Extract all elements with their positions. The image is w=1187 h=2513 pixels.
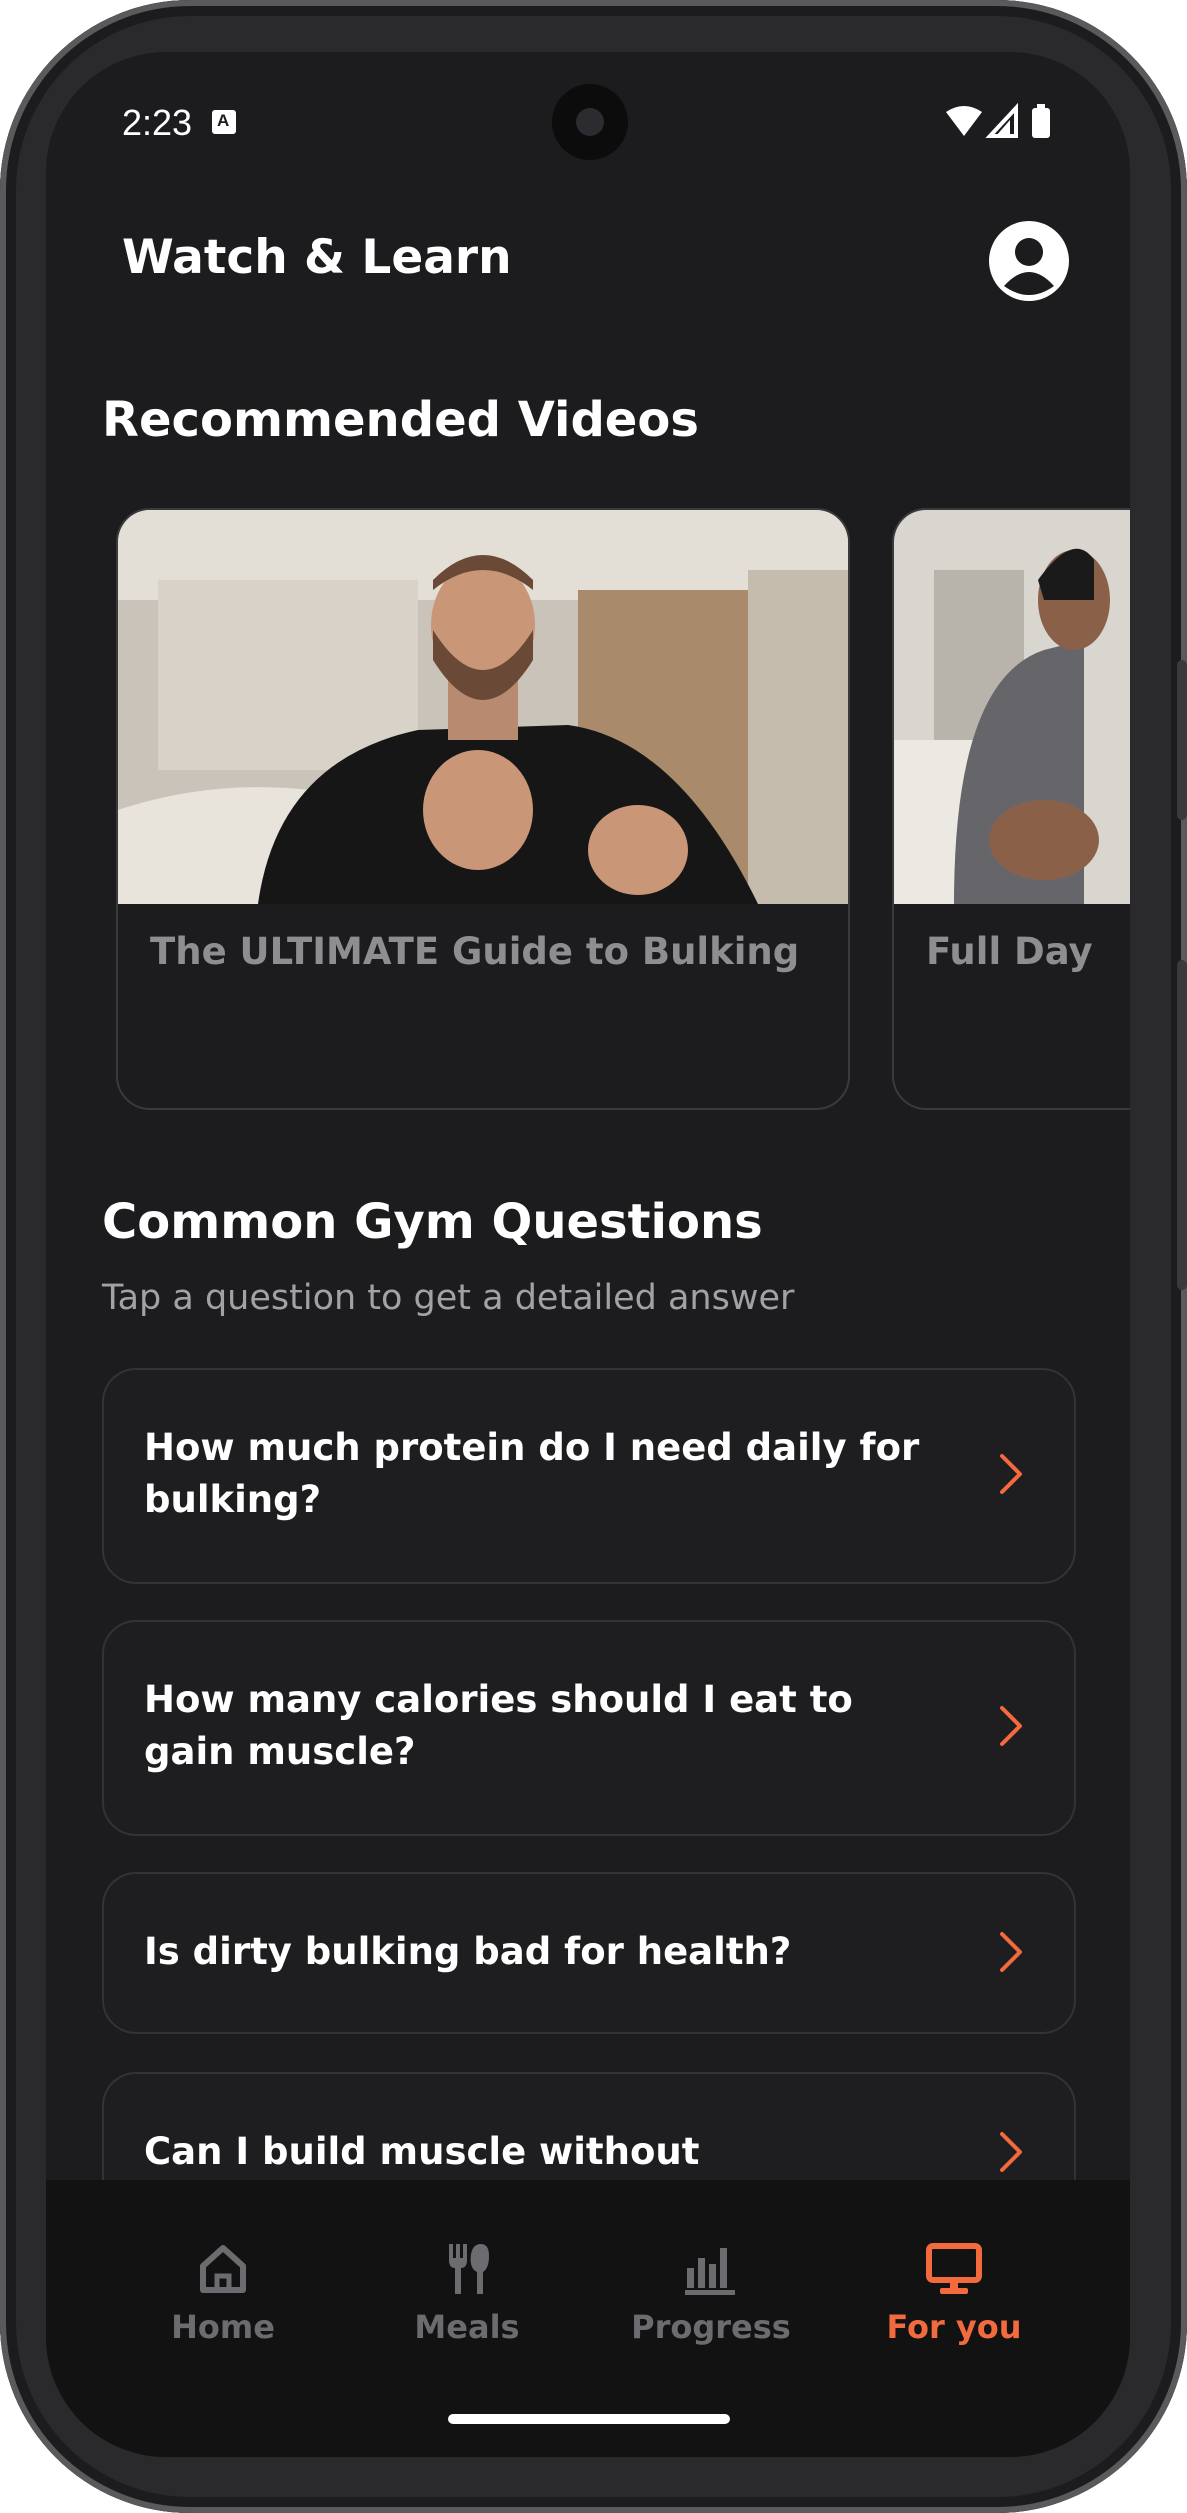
status-time: 2:23 (122, 102, 193, 143)
volume-button (1177, 660, 1187, 820)
questions-title: Common Gym Questions (102, 1194, 763, 1250)
wifi-icon (946, 106, 982, 136)
bar-chart-icon (685, 2248, 735, 2295)
nav-home[interactable]: Home (123, 2238, 323, 2346)
system-icons (946, 102, 1050, 138)
status-bar: 2:23 (46, 52, 1130, 192)
video-card[interactable]: The ULTIMATE Guide to Bulking (116, 508, 850, 1110)
screen: 2:23 Watch & Learn Recommended Videos (46, 52, 1130, 2457)
battery-icon (1032, 108, 1050, 138)
page-title: Watch & Learn (122, 230, 512, 285)
video-title: Full Day (926, 930, 1093, 973)
question-text: How many calories should I eat to gain m… (144, 1678, 853, 1773)
nav-label: Meals (414, 2308, 520, 2346)
question-card[interactable]: How many calories should I eat to gain m… (102, 1620, 1076, 1836)
video-card[interactable]: Full Day (892, 508, 1130, 1110)
nav-label: For you (886, 2308, 1022, 2346)
video-thumbnail (894, 510, 1130, 904)
monitor-icon (926, 2243, 982, 2294)
chevron-right-icon (1000, 1932, 1022, 1972)
chevron-right-icon (1000, 1706, 1022, 1746)
home-indicator[interactable] (448, 2414, 730, 2424)
questions-subtitle: Tap a question to get a detailed answer (102, 1278, 795, 1318)
question-card[interactable]: Is dirty bulking bad for health? (102, 1872, 1076, 2034)
video-thumbnail (118, 510, 848, 904)
phone-frame: 2:23 Watch & Learn Recommended Videos (0, 0, 1187, 2513)
recommended-title: Recommended Videos (102, 392, 699, 448)
nav-progress[interactable]: Progress (611, 2238, 811, 2346)
nav-meals[interactable]: Meals (367, 2238, 567, 2346)
video-title: The ULTIMATE Guide to Bulking (150, 930, 800, 973)
question-card[interactable]: How much protein do I need daily for bul… (102, 1368, 1076, 1584)
home-icon (200, 2245, 246, 2293)
utensils-icon (449, 2244, 489, 2294)
nav-label: Home (171, 2308, 275, 2346)
chevron-right-icon (1000, 1454, 1022, 1494)
question-text: Is dirty bulking bad for health? (144, 1930, 792, 1973)
chevron-right-icon (1000, 2132, 1022, 2172)
question-text: How much protein do I need daily for bul… (144, 1426, 920, 1521)
profile-icon[interactable] (988, 220, 1070, 302)
nav-for-you[interactable]: For you (854, 2238, 1054, 2346)
notification-icon (212, 110, 236, 134)
power-button (1177, 960, 1187, 1290)
front-camera (552, 84, 628, 160)
nav-label: Progress (631, 2308, 791, 2346)
